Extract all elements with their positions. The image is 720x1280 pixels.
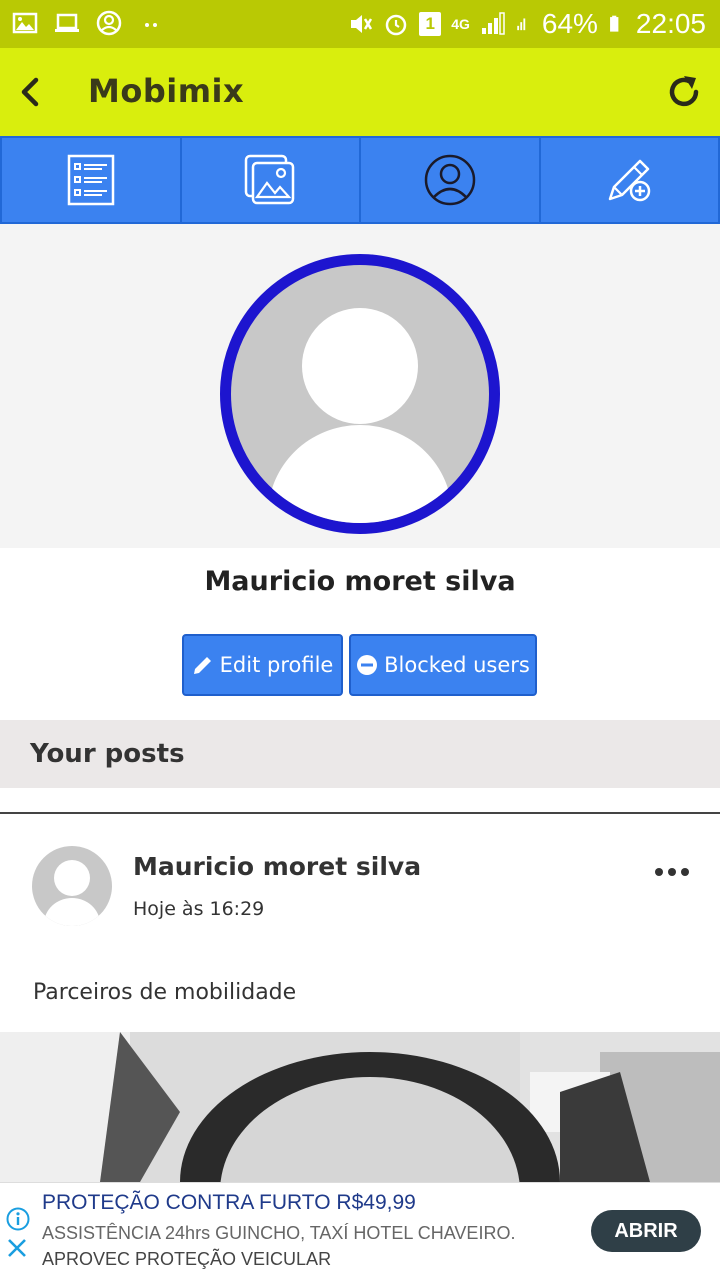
status-bar: 1 4G 64% 22:05 — [0, 0, 720, 48]
ad-description: ASSISTÊNCIA 24hrs GUINCHO, TAXÍ HOTEL CH… — [42, 1223, 516, 1243]
clock: 22:05 — [635, 8, 706, 39]
network-type: 4G — [451, 16, 470, 32]
status-left-icons — [12, 10, 164, 36]
profile-name: Mauricio moret silva — [204, 566, 516, 597]
app-bar: Mobimix — [0, 48, 720, 136]
minus-circle-icon — [357, 655, 378, 675]
profile-avatar[interactable] — [220, 254, 500, 534]
app-title: Mobimix — [88, 72, 245, 110]
ad-headline: PROTEÇÃO CONTRA FURTO R$49,99 — [42, 1191, 416, 1214]
battery-percent: 64% — [541, 8, 598, 39]
refresh-icon[interactable] — [662, 70, 706, 114]
avatar-placeholder-icon — [44, 860, 100, 926]
tab-new-post[interactable] — [541, 138, 719, 222]
mute-icon — [351, 15, 373, 33]
arrow-left-icon[interactable] — [10, 70, 54, 114]
ad-banner[interactable]: PROTEÇÃO CONTRA FURTO R$49,99 ASSISTÊNCI… — [0, 1182, 720, 1280]
signal-icon — [481, 12, 505, 35]
image-icon — [245, 154, 295, 205]
list-icon — [67, 154, 114, 206]
tab-bar — [0, 136, 720, 224]
info-icon[interactable] — [6, 1207, 30, 1231]
ad-advertiser: APROVEC PROTEÇÃO VEICULAR — [42, 1249, 332, 1269]
pencil-icon — [193, 657, 211, 674]
post-image[interactable] — [0, 1032, 720, 1182]
signal-2-icon — [517, 18, 526, 31]
blocked-users-label: Blocked users — [384, 653, 530, 677]
pencil-plus-icon — [609, 159, 651, 202]
section-title: Your posts — [30, 739, 185, 769]
tab-profile[interactable] — [361, 138, 541, 222]
avatar-placeholder-icon — [268, 308, 452, 523]
edit-profile-button[interactable]: Edit profile — [182, 634, 343, 696]
laptop-notification-icon — [55, 13, 79, 32]
gallery-notification-icon — [12, 12, 38, 34]
more-options-icon[interactable] — [652, 860, 692, 884]
battery-icon — [609, 15, 619, 32]
status-right: 1 4G 64% 22:05 — [347, 8, 706, 40]
blocked-users-button[interactable]: Blocked users — [349, 634, 537, 696]
more-notifications-icon — [145, 23, 157, 27]
divider — [0, 812, 720, 814]
edit-profile-label: Edit profile — [219, 653, 334, 677]
sim-slot-badge: 1 — [419, 12, 442, 36]
account-notification-icon — [96, 10, 122, 36]
alarm-icon — [385, 14, 407, 36]
post-timestamp: Hoje às 16:29 — [133, 898, 265, 920]
tab-gallery[interactable] — [182, 138, 361, 222]
user-circle-icon — [424, 154, 475, 206]
close-icon[interactable] — [6, 1237, 28, 1259]
post-author-name[interactable]: Mauricio moret silva — [133, 852, 421, 881]
posts-section-header: Your posts — [0, 720, 720, 788]
post-text: Parceiros de mobilidade — [33, 980, 297, 1005]
ad-open-button[interactable]: ABRIR — [591, 1210, 701, 1252]
post-author-avatar[interactable] — [32, 846, 112, 926]
tab-feed[interactable] — [2, 138, 182, 222]
post-photo — [0, 1032, 720, 1182]
